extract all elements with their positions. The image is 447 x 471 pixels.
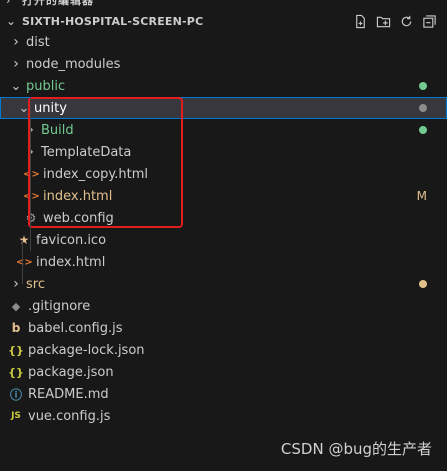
tree-item-favicon-ico[interactable]: ★ favicon.ico bbox=[0, 229, 447, 251]
tree-item-label: index.html bbox=[36, 254, 106, 270]
refresh-icon[interactable] bbox=[399, 14, 414, 29]
tree-item-web-config[interactable]: ⚙ web.config bbox=[0, 207, 447, 229]
info-icon: ⓘ bbox=[9, 387, 22, 402]
tree-item-label: favicon.ico bbox=[36, 232, 107, 248]
git-status-dot bbox=[419, 126, 427, 134]
chevron-down-icon[interactable]: ⌄ bbox=[8, 79, 24, 94]
explorer-actions bbox=[353, 10, 437, 32]
tree-item-public[interactable]: ⌄ public bbox=[0, 75, 447, 97]
chevron-right-icon[interactable]: › bbox=[8, 56, 24, 72]
new-file-icon[interactable] bbox=[353, 14, 368, 29]
tree-item-index-html[interactable]: <> index.html bbox=[0, 251, 447, 273]
chevron-down-icon: ⌄ bbox=[5, 14, 17, 28]
json-icon: {} bbox=[8, 343, 24, 357]
tree-item-readme-md[interactable]: ⓘ README.md bbox=[0, 383, 447, 405]
chevron-right-icon[interactable]: › bbox=[23, 144, 39, 160]
tree-item-dist[interactable]: › dist bbox=[0, 31, 447, 53]
tree-item-index-copy-html[interactable]: <> index_copy.html bbox=[0, 163, 447, 185]
chevron-right-icon[interactable]: › bbox=[23, 122, 39, 138]
tree-item-label: Build bbox=[41, 122, 74, 138]
git-status-dot bbox=[419, 82, 427, 90]
babel-icon: b bbox=[11, 321, 21, 335]
tree-item-label: babel.config.js bbox=[28, 320, 123, 336]
tree-item-label: index.html bbox=[43, 188, 113, 204]
json-icon: {} bbox=[8, 365, 24, 379]
tree-item-build[interactable]: ›Build bbox=[0, 119, 447, 141]
git-status-dot bbox=[419, 104, 427, 112]
tree-item-label: src bbox=[26, 276, 45, 292]
tree-item-label: README.md bbox=[28, 386, 109, 402]
html-file-icon: <> bbox=[16, 256, 33, 268]
git-icon: ◆ bbox=[11, 299, 21, 313]
tree-item-label: package-lock.json bbox=[28, 342, 145, 358]
tree-item-label: vue.config.js bbox=[28, 408, 111, 424]
tree-item-templatedata[interactable]: ›TemplateData bbox=[0, 141, 447, 163]
tree-item-unity[interactable]: ⌄ unity bbox=[0, 97, 447, 119]
html-file-icon: <> bbox=[23, 168, 40, 180]
git-modified-badge: M bbox=[416, 189, 427, 203]
tree-item-src[interactable]: › src bbox=[0, 273, 447, 295]
new-folder-icon[interactable] bbox=[376, 14, 391, 29]
tree-item-label: web.config bbox=[43, 210, 114, 226]
tree-item-vue-config-js[interactable]: JS vue.config.js bbox=[0, 405, 447, 427]
js-icon: JS bbox=[11, 411, 21, 421]
tree-item-node-modules[interactable]: › node_modules bbox=[0, 53, 447, 75]
chevron-right-icon: › bbox=[6, 0, 11, 7]
explorer-title: SIXTH-HOSPITAL-SCREEN-PC bbox=[22, 14, 204, 28]
open-editors-title: 打开的编辑器 bbox=[22, 0, 94, 7]
tree-item-label: public bbox=[26, 78, 66, 94]
tree-item-label: TemplateData bbox=[41, 144, 132, 160]
indent-guide bbox=[22, 240, 23, 284]
html-file-icon: <> bbox=[23, 190, 40, 202]
git-status-dot bbox=[419, 280, 427, 288]
tree-item-label: dist bbox=[26, 34, 50, 50]
tree-item-label: unity bbox=[34, 100, 67, 116]
tree-item-label: index_copy.html bbox=[43, 166, 149, 182]
collapse-icon[interactable] bbox=[422, 14, 437, 29]
tree-item-gitignore[interactable]: ◆ .gitignore bbox=[0, 295, 447, 317]
chevron-right-icon[interactable]: › bbox=[8, 34, 24, 50]
watermark: CSDN @bug的生产者 bbox=[280, 440, 432, 458]
indent-guide bbox=[30, 97, 31, 251]
tree-item-babel-config-js[interactable]: b babel.config.js bbox=[0, 317, 447, 339]
tree-item-package-lock-json[interactable]: {} package-lock.json bbox=[0, 339, 447, 361]
tree-item-package-json[interactable]: {} package.json bbox=[0, 361, 447, 383]
gear-icon: ⚙ bbox=[23, 211, 39, 225]
tree-item-index-html[interactable]: <> index.html M bbox=[0, 185, 447, 207]
tree-item-label: .gitignore bbox=[28, 298, 91, 314]
tree-item-label: package.json bbox=[28, 364, 114, 380]
explorer-section-header[interactable]: ⌄ SIXTH-HOSPITAL-SCREEN-PC bbox=[0, 10, 447, 32]
tree-item-label: node_modules bbox=[26, 56, 121, 72]
open-editors-header[interactable]: › 打开的编辑器 bbox=[0, 0, 447, 8]
